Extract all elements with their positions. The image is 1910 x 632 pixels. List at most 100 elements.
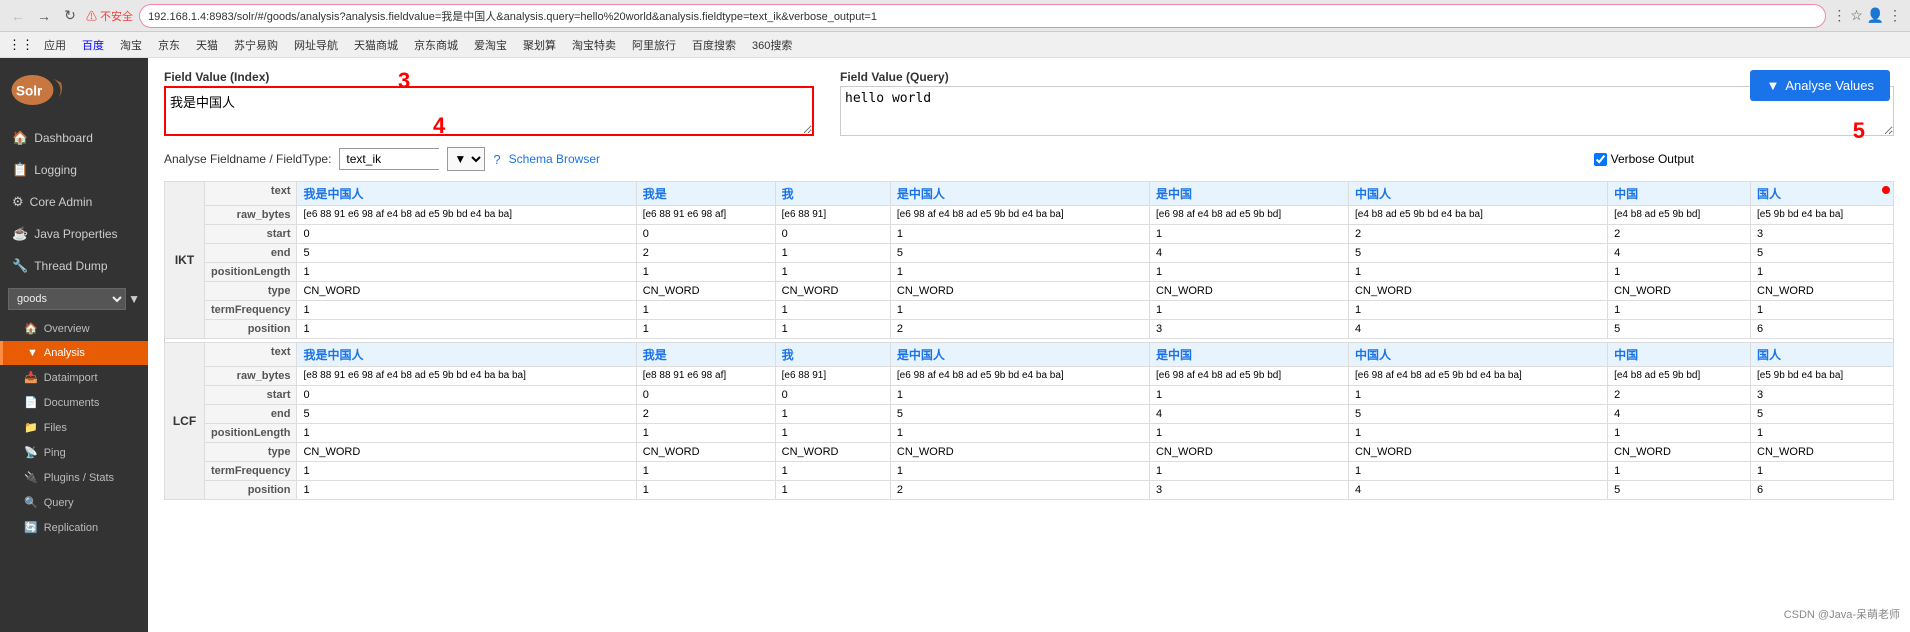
tok-lcf-7-raw: [e5 9b bd e4 ba ba]: [1751, 367, 1894, 386]
refresh-button[interactable]: ↻: [60, 6, 80, 26]
tok-lcf-7-text: 国人: [1751, 343, 1894, 367]
tok-ikt-7-start: 3: [1751, 225, 1894, 244]
core-selector: goods ▼: [8, 288, 140, 310]
field-value-query-input[interactable]: hello world: [840, 86, 1894, 136]
table-row-position-ikt: position 1 1 1 2 3 4 5 6: [165, 320, 1894, 339]
csdn-watermark: CSDN @Java-呆萌老师: [1784, 606, 1900, 622]
bookmark-taobaote[interactable]: 淘宝特卖: [566, 35, 622, 55]
termfreq-row-label-ikt: termFrequency: [205, 301, 297, 320]
tok-ikt-5-type: CN_WORD: [1348, 282, 1607, 301]
raw-bytes-row-label: raw_bytes: [205, 206, 297, 225]
sidebar-item-javaprops[interactable]: ☕ Java Properties: [0, 218, 148, 250]
sidebar-sub-item-dataimport[interactable]: 📥 Dataimport: [0, 365, 148, 390]
token-ikt-5-text: 中国人: [1348, 182, 1607, 206]
tok-ikt-3-poslen: 1: [890, 263, 1149, 282]
schema-browser-link[interactable]: Schema Browser: [509, 152, 600, 166]
bookmark-wangzhi[interactable]: 网址导航: [288, 35, 344, 55]
table-row-end-ikt: end 5 2 1 5 4 5 4 5: [165, 244, 1894, 263]
tok-ikt-2-pos: 1: [775, 320, 890, 339]
sidebar-sub-item-ping[interactable]: 📡 Ping: [0, 440, 148, 465]
ikt-label: IKT: [165, 182, 205, 339]
tok-ikt-0-poslen: 1: [297, 263, 636, 282]
field-value-query-label: Field Value (Query): [840, 70, 1894, 84]
table-row-termfreq-lcf: termFrequency 11111111: [165, 462, 1894, 481]
bookmark-baidu2[interactable]: 百度搜索: [686, 35, 742, 55]
javaprops-icon: ☕: [12, 226, 28, 242]
tok-ikt-1-poslen: 1: [636, 263, 775, 282]
tok-ikt-0-start: 0: [297, 225, 636, 244]
verbose-checkbox[interactable]: [1594, 153, 1607, 166]
sidebar-sub-label: Analysis: [44, 347, 85, 359]
tok-ikt-6-start: 2: [1608, 225, 1751, 244]
bookmark-apps[interactable]: 应用: [38, 35, 72, 55]
tok-ikt-7-end: 5: [1751, 244, 1894, 263]
bookmark-aitaobao[interactable]: 爱淘宝: [468, 35, 513, 55]
analyse-values-button[interactable]: ▼ Analyse Values: [1750, 70, 1890, 101]
core-select-arrow: ▼: [128, 292, 140, 306]
field-value-index-label: Field Value (Index): [164, 70, 824, 84]
dashboard-icon: 🏠: [12, 130, 28, 146]
field-value-index-group: Field Value (Index) 我是中国人: [164, 70, 824, 139]
bookmark-bar: ⋮⋮ 应用 百度 淘宝 京东 天猫 苏宁易购 网址导航 天猫商城 京东商城 爱淘…: [0, 32, 1910, 58]
token-ikt-1-text: 我是: [636, 182, 775, 206]
bookmark-360[interactable]: 360搜索: [746, 35, 798, 55]
fieldtype-dropdown[interactable]: ▼: [447, 147, 485, 171]
overview-icon: 🏠: [24, 322, 38, 335]
tok-ikt-7-type: CN_WORD: [1751, 282, 1894, 301]
bookmark-tianmao2[interactable]: 天猫商城: [348, 35, 404, 55]
table-row-type-ikt: type CN_WORD CN_WORD CN_WORD CN_WORD CN_…: [165, 282, 1894, 301]
bookmark-jd[interactable]: 京东: [152, 35, 186, 55]
query-icon: 🔍: [24, 496, 38, 509]
token-ikt-7-text: 国人: [1751, 182, 1894, 206]
dataimport-icon: 📥: [24, 371, 38, 384]
app-layout: Solr 🏠 Dashboard 📋 Logging ⚙ Core Admin …: [0, 58, 1910, 632]
sidebar-sub-item-analysis[interactable]: ▼ Analysis: [0, 341, 148, 365]
sidebar-item-logging[interactable]: 📋 Logging: [0, 154, 148, 186]
bookmark-suning[interactable]: 苏宁易购: [228, 35, 284, 55]
bookmark-baidu[interactable]: 百度: [76, 35, 110, 55]
bookmark-tianmao[interactable]: 天猫: [190, 35, 224, 55]
back-button[interactable]: ←: [8, 6, 28, 26]
sidebar-sub-label: Dataimport: [44, 372, 98, 384]
tok-lcf-5-text: 中国人: [1348, 343, 1607, 367]
end-row-label: end: [205, 244, 297, 263]
token-ikt-4-raw: [e6 98 af e4 b8 ad e5 9b bd]: [1149, 206, 1348, 225]
solr-logo-svg: Solr: [10, 70, 70, 110]
sidebar-item-dashboard[interactable]: 🏠 Dashboard: [0, 122, 148, 154]
sidebar-sub-item-query[interactable]: 🔍 Query: [0, 490, 148, 515]
tok-ikt-4-end: 4: [1149, 244, 1348, 263]
tok-ikt-5-pos: 4: [1348, 320, 1607, 339]
tok-ikt-7-pos: 6: [1751, 320, 1894, 339]
sidebar-sub-item-overview[interactable]: 🏠 Overview: [0, 316, 148, 341]
bookmark-jdsc[interactable]: 京东商城: [408, 35, 464, 55]
sidebar-sub-item-plugins[interactable]: 🔌 Plugins / Stats: [0, 465, 148, 490]
analysis-icon: ▼: [27, 347, 38, 359]
verbose-output-group: Verbose Output: [1594, 152, 1894, 166]
sidebar-item-coreadmin[interactable]: ⚙ Core Admin: [0, 186, 148, 218]
bookmark-alitravel[interactable]: 阿里旅行: [626, 35, 682, 55]
token-ikt-6-text: 中国: [1608, 182, 1751, 206]
field-value-index-input[interactable]: 我是中国人: [164, 86, 814, 136]
start-row-label-lcf: start: [205, 386, 297, 405]
sidebar-sub-item-documents[interactable]: 📄 Documents: [0, 390, 148, 415]
svg-text:Solr: Solr: [16, 83, 43, 98]
sidebar-sub-item-replication[interactable]: 🔄 Replication: [0, 515, 148, 540]
token-ikt-3-raw: [e6 98 af e4 b8 ad e5 9b bd e4 ba ba]: [890, 206, 1149, 225]
core-select-dropdown[interactable]: goods: [8, 288, 126, 310]
bookmark-juhuasuan[interactable]: 聚划算: [517, 35, 562, 55]
table-row-poslen-ikt: positionLength 1 1 1 1 1 1 1 1: [165, 263, 1894, 282]
forward-button[interactable]: →: [34, 6, 54, 26]
sidebar-menu: 🏠 Dashboard 📋 Logging ⚙ Core Admin ☕ Jav…: [0, 122, 148, 632]
sidebar-sub-label: Plugins / Stats: [44, 472, 114, 484]
sidebar-sub-item-files[interactable]: 📁 Files: [0, 415, 148, 440]
token-ikt-3-text: 是中国人: [890, 182, 1149, 206]
table-row-end-lcf: end 52154545: [165, 405, 1894, 424]
sidebar-sub-label: Query: [44, 497, 74, 509]
bookmark-taobao[interactable]: 淘宝: [114, 35, 148, 55]
lcf-label: LCF: [165, 343, 205, 500]
sidebar-item-threaddump[interactable]: 🔧 Thread Dump: [0, 250, 148, 282]
fieldname-label: Analyse Fieldname / FieldType:: [164, 152, 331, 166]
position-row-label-lcf: position: [205, 481, 297, 500]
fieldtype-input[interactable]: [339, 148, 439, 170]
address-bar[interactable]: [139, 4, 1826, 28]
